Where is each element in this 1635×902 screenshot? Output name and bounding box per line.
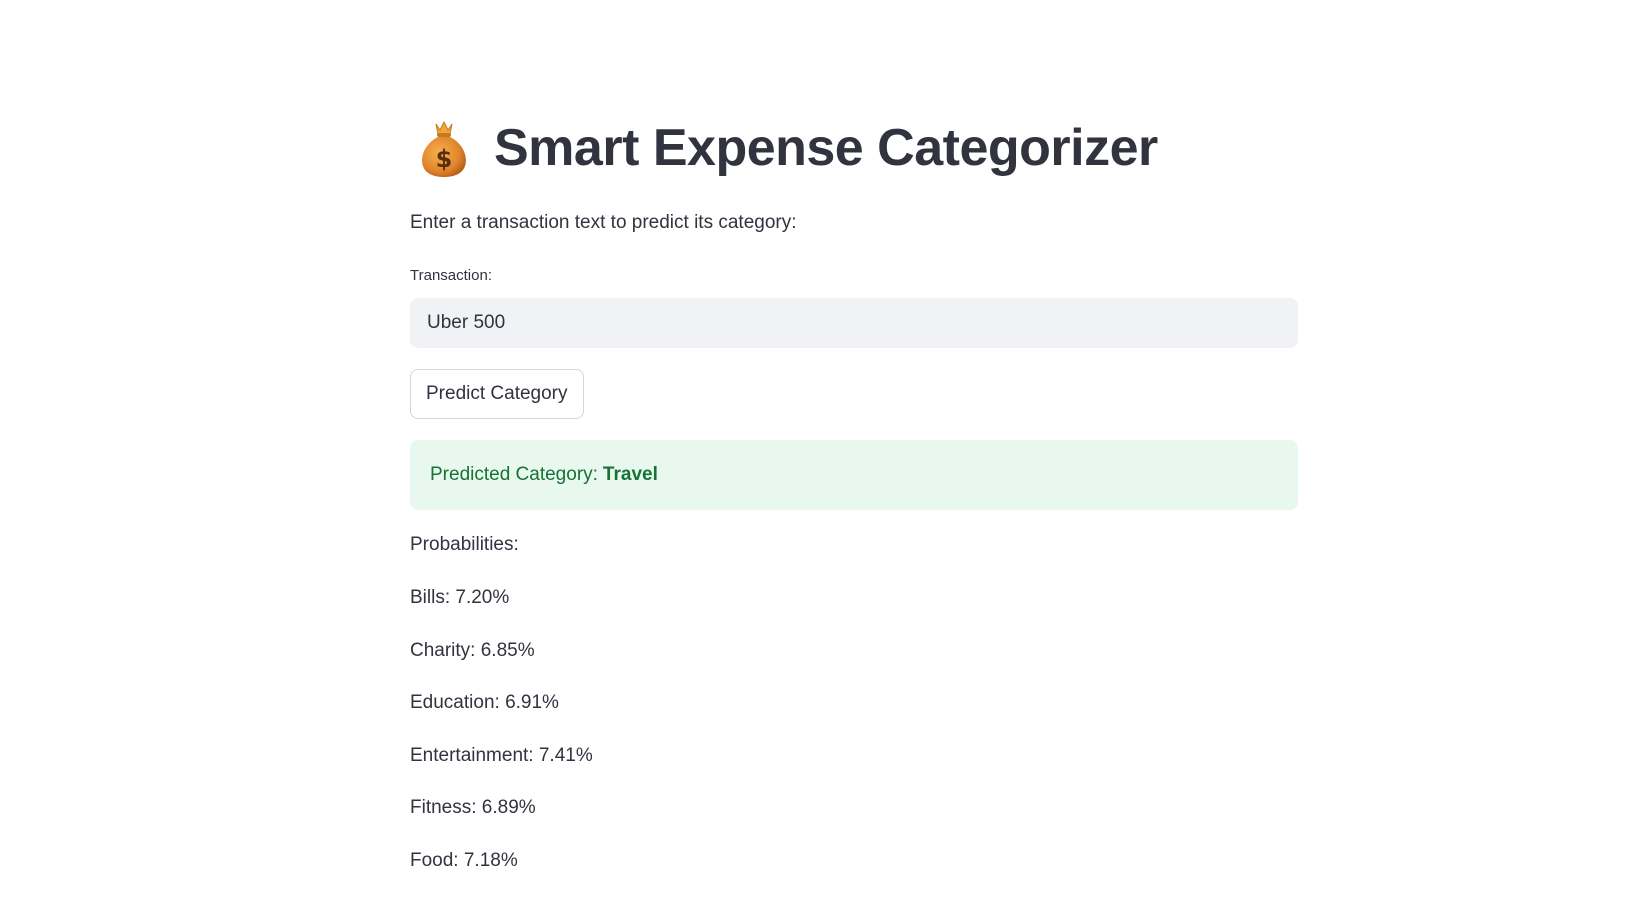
prediction-result-alert: Predicted Category: Travel [410,440,1298,510]
probabilities-heading: Probabilities: [410,534,519,556]
probability-item-entertainment: Entertainment: 7.41% [410,745,593,798]
transaction-label: Transaction: [410,267,492,284]
transaction-input[interactable] [410,298,1298,348]
prediction-value: Travel [603,464,658,486]
page-title: Smart Expense Categorizer [494,122,1158,174]
page-subtitle: Enter a transaction text to predict its … [410,212,797,234]
probability-item-education: Education: 6.91% [410,692,593,745]
svg-text:$: $ [436,145,453,173]
probability-item-fitness: Fitness: 6.89% [410,797,593,850]
money-bag-icon: $ [418,118,470,178]
probability-item-food: Food: 7.18% [410,850,593,902]
page-header: $ Smart Expense Categorizer [418,118,1158,178]
predict-category-button[interactable]: Predict Category [410,369,584,419]
probability-item-charity: Charity: 6.85% [410,640,593,693]
probabilities-list: Bills: 7.20% Charity: 6.85% Education: 6… [410,587,593,902]
probability-item-bills: Bills: 7.20% [410,587,593,640]
prediction-label: Predicted Category: [430,464,598,486]
